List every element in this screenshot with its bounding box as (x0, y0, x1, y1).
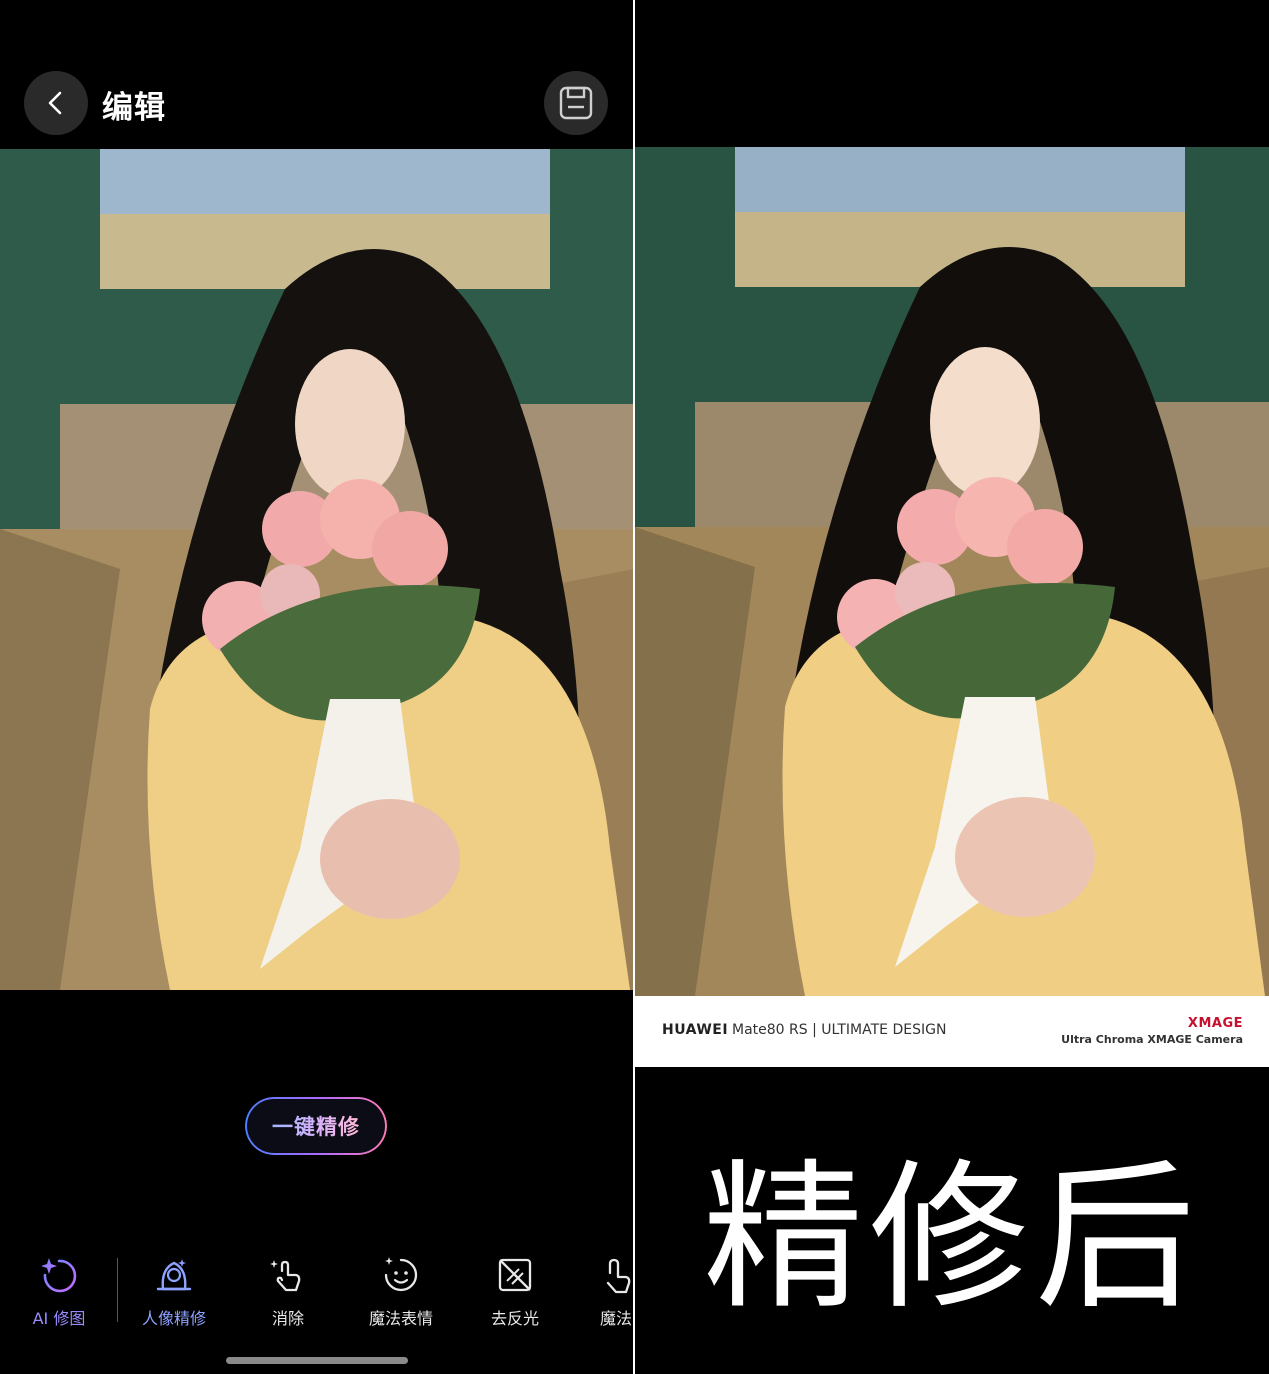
tool-remove-reflection[interactable]: 去反光 (460, 1255, 570, 1329)
editor-panel: 编辑 一键精修 AI 修图 人像精修 消除 魔法表情 去反光 魔法 (0, 0, 634, 1374)
tool-magic-expression[interactable]: 魔法表情 (346, 1255, 456, 1329)
tool-label: 去反光 (490, 1309, 539, 1328)
ai-retouch-icon (41, 1258, 77, 1293)
chevron-left-icon (48, 91, 62, 115)
after-caption: 精修后 (702, 1144, 1201, 1331)
back-button[interactable] (24, 71, 88, 135)
camera-watermark: HUAWEI Mate80 RS | ULTIMATE DESIGN XMAGE… (635, 996, 1269, 1067)
tool-label: 消除 (271, 1309, 304, 1328)
watermark-model: Mate80 RS | ULTIMATE DESIGN (732, 1022, 947, 1038)
portrait-photo-retouched (635, 147, 1269, 996)
remove-reflection-icon (498, 1258, 532, 1292)
portrait-photo (0, 149, 634, 990)
one-tap-retouch-button[interactable]: 一键精修 (245, 1097, 387, 1155)
home-indicator[interactable] (226, 1357, 408, 1364)
magic-hand-icon (606, 1258, 631, 1294)
tool-label: AI 修图 (32, 1309, 86, 1328)
retouched-photo (635, 147, 1269, 996)
tool-ai-retouch[interactable]: AI 修图 (4, 1255, 114, 1329)
save-icon (559, 86, 593, 120)
tool-erase[interactable]: 消除 (233, 1255, 343, 1329)
result-panel: HUAWEI Mate80 RS | ULTIMATE DESIGN XMAGE… (635, 0, 1269, 1374)
watermark-brand: HUAWEI (662, 1022, 729, 1038)
tool-portrait-retouch[interactable]: 人像精修 (119, 1255, 229, 1329)
page-title: 编辑 (102, 90, 166, 126)
tool-magic[interactable]: 魔法 (561, 1255, 634, 1329)
portrait-retouch-icon (156, 1259, 192, 1291)
tool-label: 魔法 (599, 1309, 632, 1328)
one-tap-retouch-label: 一键精修 (272, 1111, 360, 1141)
tool-label: 人像精修 (141, 1309, 206, 1328)
save-button[interactable] (544, 71, 608, 135)
watermark-camera: Ultra Chroma XMAGE Camera (1061, 1033, 1243, 1046)
watermark-xmage-logo: XMAGE (1187, 1016, 1243, 1031)
magic-expression-icon (384, 1257, 418, 1292)
toolbar-divider (117, 1258, 118, 1322)
erase-icon (270, 1260, 301, 1292)
tool-label: 魔法表情 (368, 1309, 433, 1328)
photo-preview[interactable] (0, 149, 634, 990)
